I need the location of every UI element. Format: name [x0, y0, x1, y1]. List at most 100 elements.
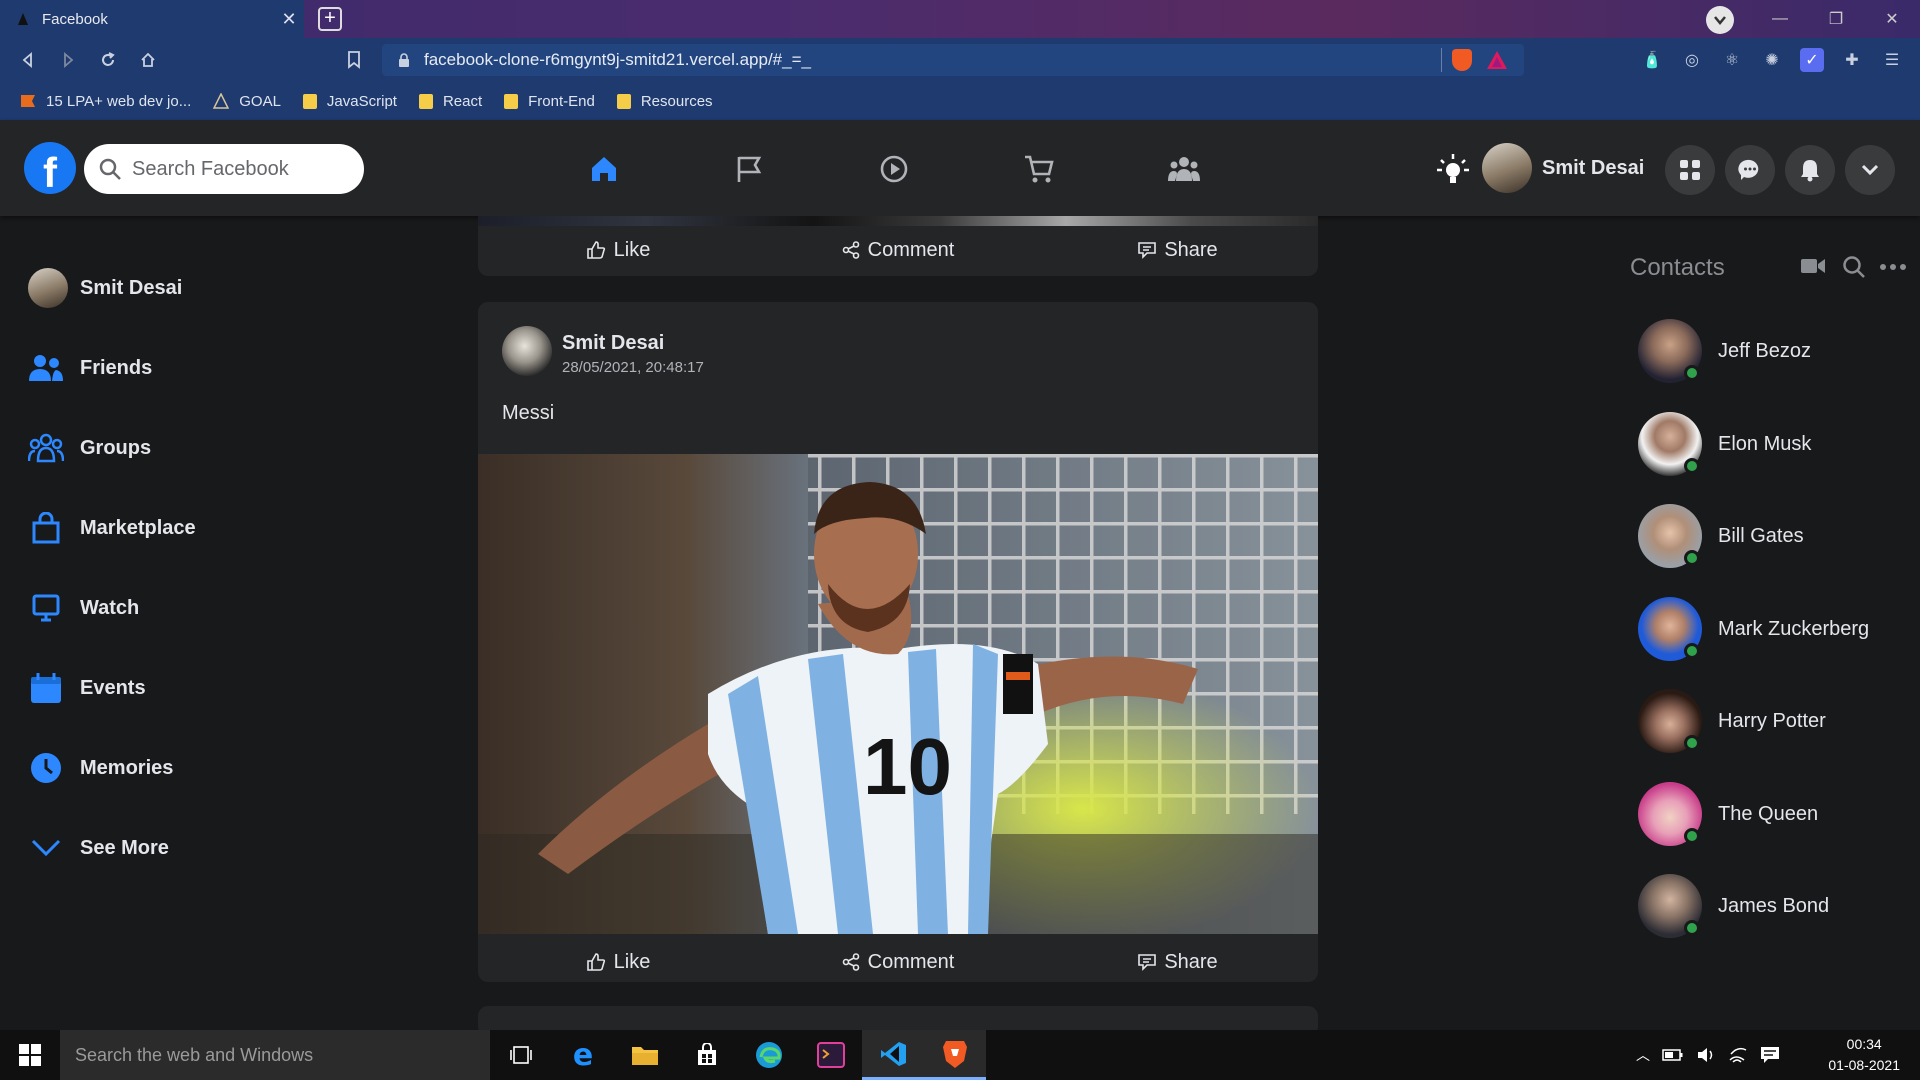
avatar [1638, 504, 1702, 568]
share-button[interactable]: Share [1038, 951, 1318, 974]
bookmark-item[interactable]: Front-End [504, 93, 595, 110]
bookmark-label: Resources [640, 92, 713, 110]
edge-icon[interactable] [738, 1030, 800, 1080]
contact-name: James Bond [1718, 894, 1830, 917]
contact-item[interactable]: Jeff Bezoz [1638, 318, 1811, 384]
messenger-button[interactable] [1725, 145, 1775, 195]
video-call-icon[interactable] [1800, 256, 1826, 276]
avatar [1638, 689, 1702, 753]
nav-watch[interactable] [864, 144, 924, 194]
facebook-header: f Smit Desai [0, 120, 1920, 216]
browser-menu-icon[interactable]: ☰ [1880, 48, 1904, 72]
address-bar[interactable]: facebook-clone-r6mgynt9j-smitd21.vercel.… [382, 44, 1524, 76]
bookmark-item[interactable]: GOAL [213, 93, 281, 110]
windows-search-box[interactable]: Search the web and Windows [60, 1030, 490, 1080]
profile-download-icon[interactable] [1706, 6, 1734, 34]
account-menu-button[interactable] [1845, 145, 1895, 195]
back-icon[interactable] [8, 40, 48, 80]
battery-icon[interactable] [1662, 1048, 1684, 1062]
menu-grid-button[interactable] [1665, 145, 1715, 195]
marketplace-cart-icon [1025, 155, 1054, 183]
contact-item[interactable]: Elon Musk [1638, 411, 1811, 477]
taskbar-clock[interactable]: 00:34 01-08-2021 [1828, 1034, 1900, 1076]
comment-share-icon [842, 953, 859, 971]
post-author[interactable]: Smit Desai [562, 332, 664, 355]
forward-icon[interactable] [48, 40, 88, 80]
sidebar-item-memories[interactable]: Memories [28, 744, 173, 792]
terminal-icon[interactable] [800, 1030, 862, 1080]
sidebar-item-groups[interactable]: Groups [28, 424, 151, 472]
extension-target-icon[interactable]: ◎ [1680, 48, 1704, 72]
comment-button[interactable]: Comment [758, 951, 1038, 974]
tab-close-icon[interactable]: ✕ [274, 9, 304, 30]
share-button[interactable]: Share [1038, 239, 1318, 262]
facebook-logo-icon[interactable]: f [24, 142, 76, 194]
bookmark-item[interactable]: React [418, 93, 482, 110]
sidebar-item-watch[interactable]: Watch [28, 584, 139, 632]
contact-item[interactable]: Mark Zuckerberg [1638, 596, 1869, 662]
sidebar-item-see-more[interactable]: See More [28, 824, 169, 872]
contact-item[interactable]: James Bond [1638, 873, 1829, 939]
task-view-icon[interactable] [490, 1030, 552, 1080]
bookmark-item[interactable]: 15 LPA+ web dev jo... [20, 93, 191, 110]
browser-tab-bar: Facebook ✕ + — ❐ ✕ [0, 0, 1920, 38]
contact-item[interactable]: Bill Gates [1638, 503, 1804, 569]
home-icon[interactable] [128, 40, 168, 80]
store-icon[interactable] [676, 1030, 738, 1080]
nav-marketplace[interactable] [1009, 144, 1069, 194]
minimize-icon[interactable]: — [1752, 10, 1808, 28]
brave-shields-icon[interactable] [1452, 49, 1472, 71]
bookmark-icon[interactable] [334, 40, 374, 80]
contact-item[interactable]: The Queen [1638, 781, 1818, 847]
bookmark-item[interactable]: JavaScript [302, 93, 397, 110]
sidebar-item-label: Events [80, 676, 146, 699]
comment-button[interactable]: Comment [758, 239, 1038, 262]
notifications-button[interactable] [1785, 145, 1835, 195]
avatar [1638, 412, 1702, 476]
svg-text:10: 10 [863, 722, 952, 811]
nav-home[interactable] [574, 144, 634, 194]
reload-icon[interactable] [88, 40, 128, 80]
more-options-icon[interactable] [1880, 264, 1906, 270]
extension-messenger-icon[interactable]: ✓ [1800, 48, 1824, 72]
wifi-icon[interactable] [1728, 1046, 1748, 1064]
brave-rewards-icon[interactable] [1486, 50, 1508, 70]
edge-legacy-icon[interactable]: e [552, 1030, 614, 1080]
sidebar-item-marketplace[interactable]: Marketplace [28, 504, 196, 552]
react-devtools-icon[interactable]: ⚛ [1720, 48, 1744, 72]
clock-date: 01-08-2021 [1828, 1057, 1900, 1073]
file-explorer-icon[interactable] [614, 1030, 676, 1080]
folder-icon [302, 93, 317, 109]
sidebar-item-events[interactable]: Events [28, 664, 146, 712]
maximize-icon[interactable]: ❐ [1808, 9, 1864, 29]
new-tab-button[interactable]: + [318, 7, 342, 31]
close-window-icon[interactable]: ✕ [1864, 9, 1920, 29]
extensions-puzzle-icon[interactable]: ✚ [1840, 48, 1864, 72]
extension-icon[interactable]: 🧴 [1640, 48, 1664, 72]
search-bar[interactable] [84, 144, 364, 194]
bookmark-label: GOAL [239, 92, 281, 110]
search-input[interactable] [132, 157, 342, 181]
sidebar-item-friends[interactable]: Friends [28, 344, 152, 392]
groups-icon [28, 430, 64, 466]
theme-toggle-icon[interactable] [1436, 152, 1470, 186]
profile-chip[interactable]: Smit Desai [1482, 143, 1644, 193]
volume-icon[interactable] [1696, 1046, 1716, 1064]
tray-chevron-up-icon[interactable]: ︿ [1636, 1045, 1650, 1065]
brave-browser-icon[interactable] [924, 1030, 986, 1080]
like-button[interactable]: Like [478, 951, 758, 974]
action-center-icon[interactable] [1760, 1046, 1780, 1064]
nav-groups[interactable] [1154, 144, 1214, 194]
like-button[interactable]: Like [478, 239, 758, 262]
sidebar-item-profile[interactable]: Smit Desai [28, 264, 182, 312]
url-text: facebook-clone-r6mgynt9j-smitd21.vercel.… [424, 50, 811, 69]
browser-tab[interactable]: Facebook ✕ [0, 0, 304, 38]
extension-gear-icon[interactable]: ✺ [1760, 48, 1784, 72]
contacts-search-icon[interactable] [1842, 255, 1866, 279]
post-author-avatar[interactable] [502, 326, 552, 376]
nav-pages[interactable] [719, 144, 779, 194]
bookmark-item[interactable]: Resources [616, 92, 713, 110]
contact-item[interactable]: Harry Potter [1638, 688, 1826, 754]
windows-start-icon[interactable] [0, 1030, 60, 1080]
vscode-icon[interactable] [862, 1030, 924, 1080]
